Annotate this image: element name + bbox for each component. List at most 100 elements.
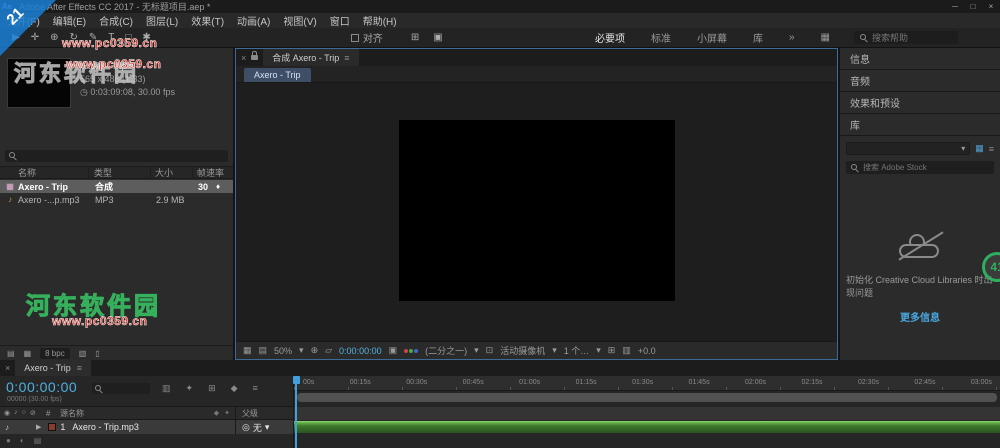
switch-icon-2[interactable]: ✦	[224, 409, 230, 417]
chevron-down-icon[interactable]: ▾	[474, 345, 479, 356]
column-type[interactable]: 类型	[88, 167, 150, 178]
menu-layer[interactable]: 图层(L)	[146, 13, 178, 28]
table-row-audio[interactable]: ♪ Axero -...p.mp3 MP3 2.9 MB	[0, 193, 233, 206]
monitor-icon[interactable]: ▦	[243, 345, 252, 356]
eye-icon[interactable]: ◉	[4, 409, 10, 417]
align-toggle[interactable]: 对齐	[351, 30, 383, 45]
interpret-footage-icon[interactable]: ▤	[7, 349, 15, 358]
close-icon[interactable]: ×	[241, 53, 246, 63]
project-search[interactable]	[5, 150, 228, 162]
resolution-value[interactable]: (二分之一)	[425, 344, 467, 357]
pixel-aspect-icon[interactable]: ⊞	[608, 345, 616, 356]
workspace-essentials[interactable]: 必要项	[595, 30, 625, 45]
menu-file[interactable]: 文件(F)	[7, 13, 40, 28]
snap-icon-2[interactable]: ▣	[433, 32, 442, 43]
parent-column[interactable]: 父级	[235, 407, 293, 419]
timeline-search[interactable]	[92, 383, 150, 394]
channels-icon[interactable]	[404, 349, 418, 353]
expand-layers-icon[interactable]: ●	[6, 436, 11, 445]
selection-tool-icon[interactable]: ▶	[12, 32, 20, 43]
menu-view[interactable]: 视图(V)	[283, 13, 316, 28]
trash-icon[interactable]: ▯	[95, 349, 99, 358]
chevron-down-icon[interactable]: ▾	[596, 345, 601, 356]
hand-tool-icon[interactable]: ✛	[31, 32, 39, 43]
current-timecode[interactable]: 0:00:00:00	[6, 379, 77, 395]
switch-icon-1[interactable]: ◆	[214, 409, 219, 417]
composition-name[interactable]: Axero - Trip	[80, 61, 127, 71]
layer-row[interactable]: ♪ ▶ 1 Axero - Trip.mp3 ◎ 无 ▾	[0, 420, 293, 434]
grid-guides-icon[interactable]: ⊕	[311, 345, 319, 356]
playhead-handle[interactable]	[293, 376, 300, 384]
help-search-input[interactable]	[872, 33, 950, 43]
motion-blur-icon[interactable]: ≡	[253, 383, 258, 394]
workspace-overflow-icon[interactable]: »	[789, 32, 795, 43]
zoom-value[interactable]: 50%	[274, 346, 292, 356]
new-composition-icon[interactable]: ▧	[79, 349, 87, 358]
maximize-button[interactable]: □	[964, 0, 982, 13]
stock-search[interactable]	[846, 161, 994, 174]
panel-tab-info[interactable]: 信息	[840, 48, 1000, 69]
workspace-manage-icon[interactable]: ▦	[821, 32, 830, 43]
time-ruler[interactable]: 00s 00:15s 00:30s 00:45s 01:00s 01:15s 0…	[294, 376, 1000, 391]
graph-editor-icon[interactable]: ◐	[20, 436, 25, 445]
grid-view-icon[interactable]: ▦	[975, 143, 984, 154]
audio-enabled-icon[interactable]: ♪	[0, 423, 14, 432]
column-size[interactable]: 大小	[150, 167, 192, 178]
shape-tool-icon[interactable]: □	[125, 32, 131, 43]
puppet-tool-icon[interactable]: ✱	[142, 32, 150, 43]
rotation-tool-icon[interactable]: ↻	[69, 32, 77, 43]
pen-tool-icon[interactable]: ✎	[89, 32, 97, 43]
help-search[interactable]	[854, 31, 958, 44]
composition-stage[interactable]	[399, 120, 675, 301]
new-folder-icon[interactable]: ▦	[24, 349, 32, 358]
menu-help[interactable]: 帮助(H)	[363, 13, 397, 28]
frame-blend-icon[interactable]: ◆	[231, 383, 238, 394]
lock-icon[interactable]	[251, 55, 258, 60]
menu-effect[interactable]: 效果(T)	[191, 13, 224, 28]
draft-3d-icon[interactable]: ✦	[186, 383, 194, 394]
layer-name[interactable]: Axero - Trip.mp3	[72, 422, 235, 432]
bit-depth-badge[interactable]: 8 bpc	[40, 348, 70, 359]
panel-tab-audio[interactable]: 音频	[840, 70, 1000, 91]
close-icon[interactable]: ×	[5, 363, 10, 373]
panel-tab-libraries[interactable]: 库	[840, 114, 1000, 135]
fast-preview-icon[interactable]: ▥	[622, 345, 631, 356]
transfer-controls-icon[interactable]: ▤	[34, 436, 42, 445]
viewer-timecode[interactable]: 0:00:00:00	[339, 346, 382, 356]
column-framerate[interactable]: 帧速率	[192, 167, 233, 178]
audio-layer-bar[interactable]	[294, 421, 1000, 433]
subtab-composition[interactable]: Axero - Trip	[244, 68, 311, 82]
chevron-down-icon[interactable]: ▾	[129, 61, 134, 71]
workspace-libraries[interactable]: 库	[753, 30, 763, 45]
tab-composition[interactable]: 合成 Axero - Trip ≡	[263, 49, 358, 66]
workspace-small-screen[interactable]: 小屏幕	[697, 30, 727, 45]
stock-search-input[interactable]	[863, 163, 973, 172]
audio-icon[interactable]: ♪	[14, 409, 18, 417]
table-row-composition[interactable]: ▦ Axero - Trip 合成 30 ♦	[0, 180, 233, 193]
lock-column-icon[interactable]: ⊘	[30, 409, 36, 417]
twirl-icon[interactable]: ▶	[36, 423, 41, 431]
proxy-icon[interactable]: ▤	[259, 345, 268, 356]
panel-menu-icon[interactable]: ≡	[344, 53, 349, 63]
work-area-bar[interactable]	[297, 393, 997, 402]
roi-icon[interactable]: ⊡	[486, 345, 494, 356]
tab-timeline-composition[interactable]: Axero - Trip ≡	[15, 360, 91, 376]
menu-edit[interactable]: 编辑(E)	[53, 13, 86, 28]
playhead[interactable]	[295, 376, 297, 448]
mask-visibility-icon[interactable]: ▱	[325, 345, 332, 356]
exposure-value[interactable]: +0.0	[638, 346, 656, 356]
workspace-standard[interactable]: 标准	[651, 30, 671, 45]
list-view-icon[interactable]: ≡	[989, 144, 994, 154]
menu-animation[interactable]: 动画(A)	[237, 13, 270, 28]
close-button[interactable]: ×	[982, 0, 1000, 13]
menu-window[interactable]: 窗口	[330, 13, 350, 28]
layer-parent-cell[interactable]: ◎ 无 ▾	[235, 420, 293, 434]
zoom-tool-icon[interactable]: ⊕	[50, 32, 58, 43]
panel-tab-effects-presets[interactable]: 效果和预设	[840, 92, 1000, 113]
minimize-button[interactable]: ─	[946, 0, 964, 13]
more-info-link[interactable]: 更多信息	[840, 309, 1000, 324]
composition-viewer[interactable]	[236, 83, 837, 341]
library-select[interactable]: ▾	[846, 142, 970, 155]
snapshot-icon[interactable]: ▣	[389, 345, 398, 356]
hide-shy-icon[interactable]: ⊞	[208, 383, 216, 394]
